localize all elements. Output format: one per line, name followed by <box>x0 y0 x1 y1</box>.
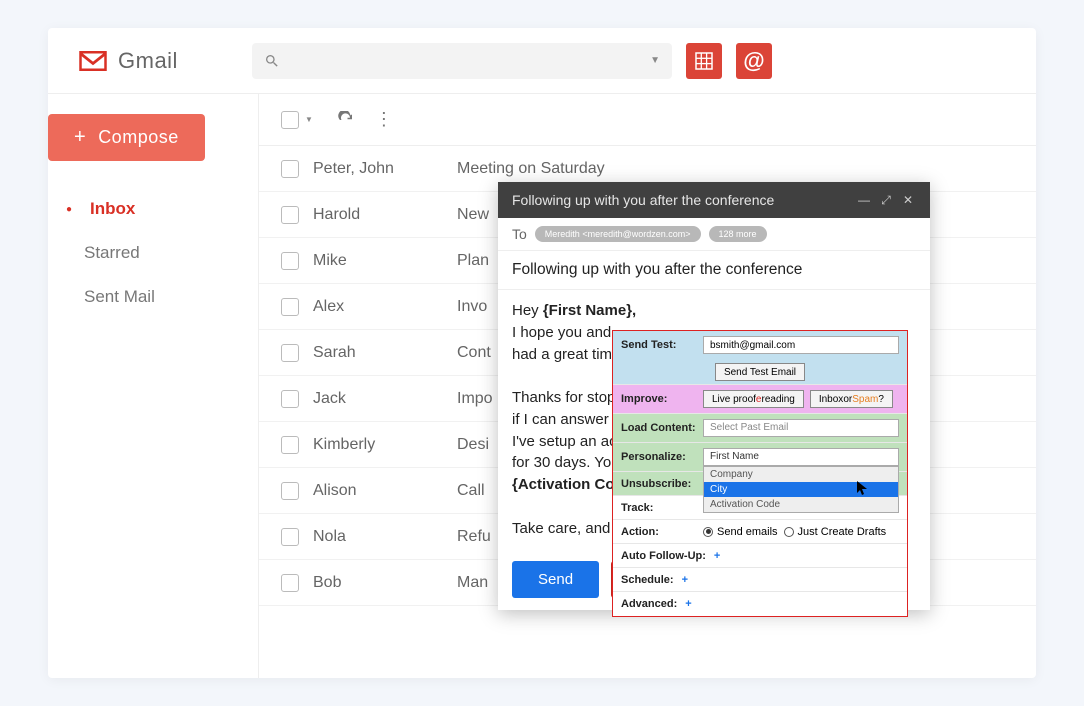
mail-sender: Jack <box>313 390 443 408</box>
schedule-label: Schedule: <box>621 574 674 586</box>
proofreading-button[interactable]: Live proofereading <box>703 390 804 408</box>
list-toolbar: ▼ ⋮ <box>259 94 1036 146</box>
expand-icon[interactable]: ⤢ <box>878 193 894 208</box>
compose-title: Following up with you after the conferen… <box>512 192 774 208</box>
improve-label: Improve: <box>621 393 697 405</box>
app-name: Gmail <box>118 48 178 74</box>
expand-icon[interactable]: + <box>685 598 691 610</box>
personalize-label: Personalize: <box>621 451 697 463</box>
advanced-row[interactable]: Advanced: + <box>613 592 907 616</box>
mail-checkbox[interactable] <box>281 206 299 224</box>
option-activation[interactable]: Activation Code <box>704 497 898 512</box>
send-test-label: Send Test: <box>621 339 697 351</box>
expand-icon[interactable]: + <box>714 550 720 562</box>
send-test-button[interactable]: Send Test Email <box>715 363 805 381</box>
mail-sender: Bob <box>313 574 443 592</box>
to-label: To <box>512 226 527 242</box>
cursor-icon <box>856 481 870 497</box>
nav-sent[interactable]: Sent Mail <box>48 275 258 319</box>
mail-checkbox[interactable] <box>281 252 299 270</box>
mail-sender: Peter, John <box>313 160 443 178</box>
option-company[interactable]: Company <box>704 467 898 482</box>
personalize-dropdown[interactable]: First Name Company City Activation Code <box>703 448 899 466</box>
improve-row: Improve: Live proofereading Inbox or Spa… <box>613 385 907 414</box>
track-label: Track: <box>621 502 697 514</box>
logo: Gmail <box>78 48 238 74</box>
mail-checkbox[interactable] <box>281 298 299 316</box>
sidebar: + Compose Inbox Starred Sent Mail <box>48 94 258 678</box>
mail-sender: Sarah <box>313 344 443 362</box>
search-input[interactable] <box>288 53 650 69</box>
compose-label: Compose <box>98 127 179 148</box>
mail-checkbox[interactable] <box>281 436 299 454</box>
send-test-input[interactable] <box>703 336 899 354</box>
nav-inbox[interactable]: Inbox <box>48 187 258 231</box>
minimize-icon[interactable]: — <box>856 193 872 207</box>
search-box[interactable]: ▼ <box>252 43 672 79</box>
unsubscribe-label: Unsubscribe: <box>621 478 697 490</box>
expand-icon[interactable]: + <box>682 574 688 586</box>
nav-starred[interactable]: Starred <box>48 231 258 275</box>
personalize-row: Personalize: First Name Company City Act… <box>613 443 907 472</box>
search-dropdown-icon[interactable]: ▼ <box>650 55 660 66</box>
mail-sender: Kimberly <box>313 436 443 454</box>
select-dropdown-icon[interactable]: ▼ <box>305 115 313 124</box>
load-content-row: Load Content: Select Past Email <box>613 414 907 443</box>
refresh-icon[interactable] <box>337 111 355 129</box>
grid-icon <box>695 52 713 70</box>
mail-checkbox[interactable] <box>281 482 299 500</box>
schedule-row[interactable]: Schedule: + <box>613 568 907 592</box>
recipient-more-chip[interactable]: 128 more <box>709 226 767 242</box>
mail-subject: Meeting on Saturday <box>457 160 1014 178</box>
mail-checkbox[interactable] <box>281 390 299 408</box>
mail-sender: Mike <box>313 252 443 270</box>
mail-sender: Harold <box>313 206 443 224</box>
at-button[interactable]: @ <box>736 43 772 79</box>
action-row: Action: Send emails Just Create Drafts <box>613 520 907 544</box>
mail-checkbox[interactable] <box>281 344 299 362</box>
auto-followup-label: Auto Follow-Up: <box>621 550 706 562</box>
auto-followup-row[interactable]: Auto Follow-Up: + <box>613 544 907 568</box>
sheets-connector-button[interactable] <box>686 43 722 79</box>
inbox-spam-button[interactable]: Inbox or Spam? <box>810 390 893 408</box>
to-row[interactable]: To Meredith <meredith@wordzen.com> 128 m… <box>498 218 930 251</box>
compose-header[interactable]: Following up with you after the conferen… <box>498 182 930 218</box>
load-content-select[interactable]: Select Past Email <box>703 419 899 437</box>
close-icon[interactable]: ✕ <box>900 193 916 207</box>
recipient-chip[interactable]: Meredith <meredith@wordzen.com> <box>535 226 701 242</box>
mail-checkbox[interactable] <box>281 160 299 178</box>
action-label: Action: <box>621 526 697 538</box>
load-content-label: Load Content: <box>621 422 697 434</box>
at-icon: @ <box>743 48 764 74</box>
more-icon[interactable]: ⋮ <box>375 109 393 130</box>
action-send-radio[interactable]: Send emails <box>703 526 778 538</box>
search-icon <box>264 53 280 69</box>
option-city[interactable]: City <box>704 482 898 497</box>
mail-sender: Alison <box>313 482 443 500</box>
personalize-options: Company City Activation Code <box>703 466 899 513</box>
compose-button[interactable]: + Compose <box>48 114 205 161</box>
mail-checkbox[interactable] <box>281 528 299 546</box>
mail-checkbox[interactable] <box>281 574 299 592</box>
plus-icon: + <box>74 126 86 149</box>
gmass-panel: Send Test: Send Test Email Improve: Live… <box>612 330 908 617</box>
action-drafts-radio[interactable]: Just Create Drafts <box>784 526 887 538</box>
gmail-icon <box>78 49 108 73</box>
mail-sender: Nola <box>313 528 443 546</box>
header: Gmail ▼ @ <box>48 28 1036 94</box>
select-all-checkbox[interactable] <box>281 111 299 129</box>
subject-field[interactable]: Following up with you after the conferen… <box>498 251 930 290</box>
mail-sender: Alex <box>313 298 443 316</box>
send-button[interactable]: Send <box>512 561 599 598</box>
advanced-label: Advanced: <box>621 598 677 610</box>
send-test-row: Send Test: Send Test Email <box>613 331 907 385</box>
